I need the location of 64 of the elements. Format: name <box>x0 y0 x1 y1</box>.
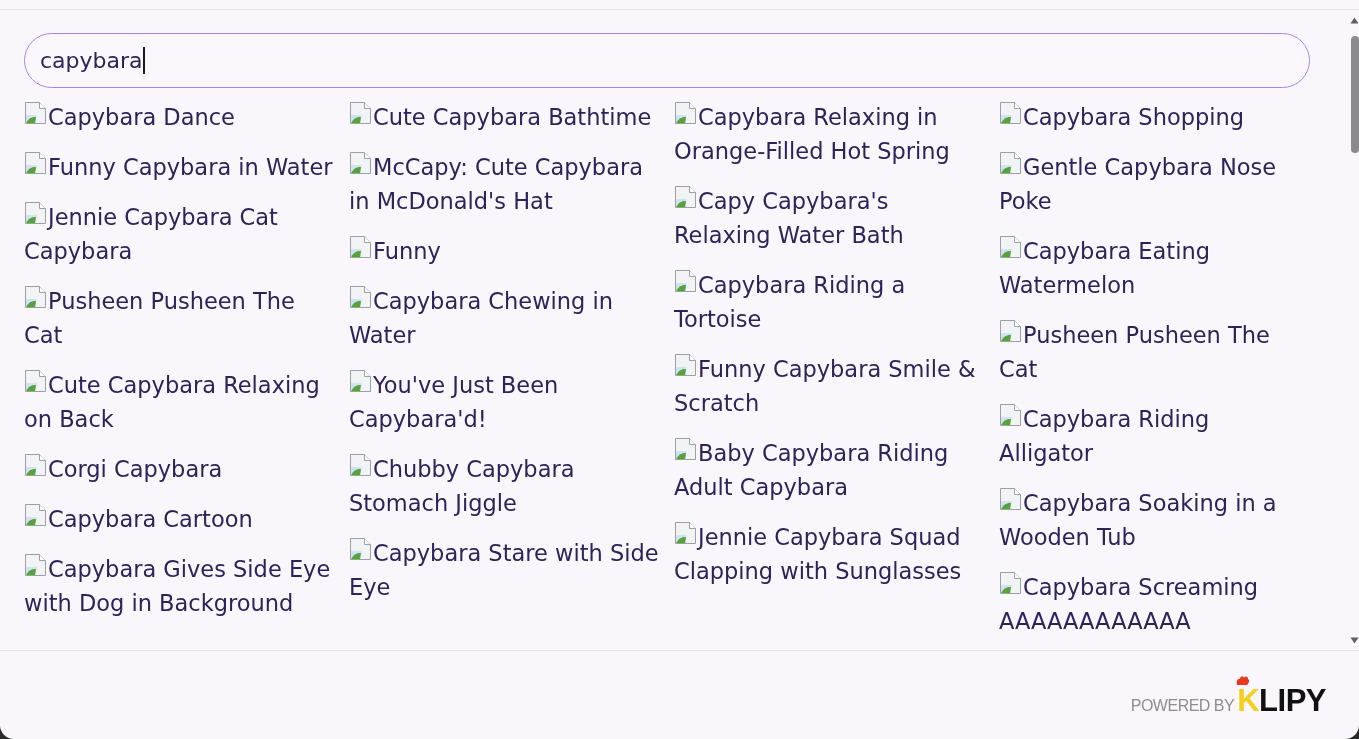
gif-result-link[interactable]: Capybara Dance <box>24 100 334 134</box>
broken-image-icon <box>24 285 48 309</box>
gif-result-link[interactable]: Capybara Screaming AAAAAAAAAAAA <box>999 570 1309 638</box>
search-field[interactable]: capybara <box>24 33 1310 88</box>
gif-result-link[interactable]: Pusheen Pusheen The Cat <box>999 318 1309 386</box>
broken-image-icon <box>349 151 373 175</box>
gif-result-link[interactable]: Capybara Riding Alligator <box>999 402 1309 470</box>
gif-result-link[interactable]: Gentle Capybara Nose Poke <box>999 150 1309 218</box>
scrollbar-thumb[interactable] <box>1350 36 1359 153</box>
broken-image-icon <box>349 235 373 259</box>
broken-image-icon <box>674 101 698 125</box>
gif-result-link[interactable]: Jennie Capybara Cat Capybara <box>24 200 334 268</box>
broken-image-icon <box>674 353 698 377</box>
gif-result-link[interactable]: Capybara Relaxing in Orange-Filled Hot Spring <box>674 100 984 168</box>
broken-image-icon <box>24 151 48 175</box>
gif-result-link[interactable]: Capybara Chewing in Water <box>349 284 659 352</box>
broken-image-icon <box>349 453 373 477</box>
broken-image-icon <box>999 487 1023 511</box>
broken-image-icon <box>349 285 373 309</box>
gif-result-link[interactable]: Capybara Gives Side Eye with Dog in Background <box>24 552 334 620</box>
text-cursor-icon <box>142 47 145 74</box>
broken-image-icon <box>674 185 698 209</box>
gif-result-link[interactable]: Capybara Eating Watermelon <box>999 234 1309 302</box>
gif-result-link[interactable]: Capybara Shopping <box>999 100 1309 134</box>
gif-result-link[interactable]: Capybara Stare with Side Eye <box>349 536 659 604</box>
broken-image-icon <box>674 269 698 293</box>
gif-result-link[interactable]: Capybara Riding a Tortoise <box>674 268 984 336</box>
broken-image-icon <box>349 537 373 561</box>
gif-result-link[interactable]: Capybara Soaking in a Wooden Tub <box>999 486 1309 554</box>
gif-result-link[interactable]: Pusheen Pusheen The Cat <box>24 284 334 352</box>
gif-result-link[interactable]: Jennie Capybara Squad Clapping with Sunglasses <box>674 520 984 588</box>
broken-image-icon <box>349 369 373 393</box>
broken-image-icon <box>999 571 1023 595</box>
gif-result-link[interactable]: Capybara Cartoon <box>24 502 334 536</box>
broken-image-icon <box>674 437 698 461</box>
broken-image-icon <box>24 201 48 225</box>
gif-result-link[interactable]: Funny Capybara Smile & Scratch <box>674 352 984 420</box>
gif-result-link[interactable]: Corgi Capybara <box>24 452 334 486</box>
brand-logo: KLIPY <box>1237 684 1326 716</box>
scroll-up-arrow-icon[interactable] <box>1350 17 1359 24</box>
crest-icon <box>1236 674 1251 685</box>
gif-result-link[interactable]: Capy Capybara's Relaxing Water Bath <box>674 184 984 252</box>
scroll-down-arrow-icon[interactable] <box>1350 637 1359 644</box>
gif-result-link[interactable]: Baby Capybara Riding Adult Capybara <box>674 436 984 504</box>
broken-image-icon <box>999 101 1023 125</box>
gif-result-link[interactable]: McCapy: Cute Capybara in McDonald's Hat <box>349 150 659 218</box>
gif-result-link[interactable]: Funny <box>349 234 659 268</box>
broken-image-icon <box>674 521 698 545</box>
broken-image-icon <box>24 553 48 577</box>
gif-result-link[interactable]: Funny Capybara in Water <box>24 150 334 184</box>
broken-image-icon <box>999 235 1023 259</box>
gif-result-link[interactable]: Chubby Capybara Stomach Jiggle <box>349 452 659 520</box>
broken-image-icon <box>999 403 1023 427</box>
broken-image-icon <box>24 101 48 125</box>
broken-image-icon <box>349 101 373 125</box>
broken-image-icon <box>999 151 1023 175</box>
gif-result-link[interactable]: Cute Capybara Bathtime <box>349 100 659 134</box>
broken-image-icon <box>24 453 48 477</box>
broken-image-icon <box>999 319 1023 343</box>
broken-image-icon <box>24 503 48 527</box>
gif-result-link[interactable]: You've Just Been Capybara'd! <box>349 368 659 436</box>
gif-result-link[interactable]: Cute Capybara Relaxing on Back <box>24 368 334 436</box>
broken-image-icon <box>24 369 48 393</box>
powered-by-label: POWERED BY <box>1130 696 1235 715</box>
